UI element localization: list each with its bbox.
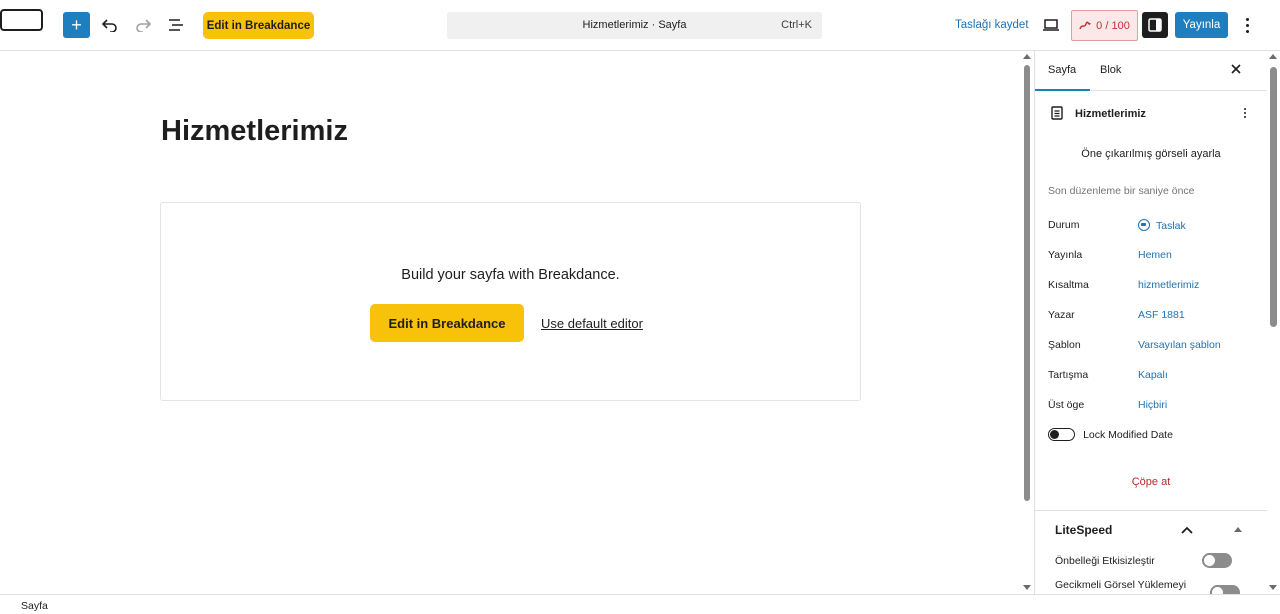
list-view-icon xyxy=(169,19,183,31)
tab-page[interactable]: Sayfa xyxy=(1035,64,1091,91)
close-icon[interactable] xyxy=(1229,62,1243,76)
property-key: Yazar xyxy=(1048,309,1075,321)
seo-score-badge[interactable]: 0 / 100 xyxy=(1071,10,1138,41)
lazy-load-toggle[interactable] xyxy=(1210,585,1240,594)
document-overview-button[interactable] xyxy=(164,13,188,37)
scrollbar-thumb[interactable] xyxy=(1024,65,1030,501)
property-key: Durum xyxy=(1048,219,1080,231)
set-featured-image-button[interactable]: Öne çıkarılmış görseli ayarla xyxy=(1035,148,1267,160)
scroll-up-arrow[interactable] xyxy=(1234,527,1242,532)
edit-in-breakdance-main-button[interactable]: Edit in Breakdance xyxy=(370,304,524,342)
status-footer: Sayfa xyxy=(0,594,1280,614)
kebab-dot xyxy=(1244,108,1246,110)
document-summary: Hizmetlerimiz xyxy=(1049,105,1254,123)
property-row-template: Şablon Varsayılan şablon xyxy=(1048,339,1258,353)
litespeed-option-row: Önbelleği Etkisizleştir xyxy=(1055,555,1155,567)
lock-modified-date-label: Lock Modified Date xyxy=(1083,428,1173,441)
document-title: Hizmetlerimiz · Sayfa xyxy=(582,19,687,31)
seo-score: 0 / 100 xyxy=(1096,19,1130,32)
scroll-up-arrow[interactable] xyxy=(1023,54,1031,59)
scroll-down-arrow[interactable] xyxy=(1023,585,1031,590)
page-title[interactable]: Hizmetlerimiz xyxy=(161,115,348,148)
kebab-dot xyxy=(1245,23,1249,27)
edit-in-breakdance-button[interactable]: Edit in Breakdance xyxy=(203,12,314,39)
divider xyxy=(1035,510,1267,511)
property-row-slug: Kısaltma hizmetlerimiz xyxy=(1048,279,1258,293)
kebab-dot xyxy=(1244,112,1246,114)
property-value: Taslak xyxy=(1156,220,1186,232)
sidebar-icon xyxy=(1148,18,1162,32)
kebab-dot xyxy=(1245,17,1249,21)
scrollbar-thumb[interactable] xyxy=(1270,67,1277,327)
editor-canvas: Hizmetlerimiz Build your sayfa with Brea… xyxy=(0,51,1034,594)
add-block-button[interactable]: + xyxy=(63,12,90,38)
scroll-up-arrow[interactable] xyxy=(1269,54,1277,59)
move-to-trash-button[interactable]: Çöpe at xyxy=(1035,476,1267,488)
block-editor: + Edit in Breakdance Hizmetlerimiz · Say… xyxy=(0,0,1280,614)
property-row-author: Yazar ASF 1881 xyxy=(1048,309,1258,323)
property-row-publish: Yayınla Hemen xyxy=(1048,249,1258,263)
redo-icon xyxy=(136,19,151,32)
property-row-parent: Üst öge Hiçbiri xyxy=(1048,399,1258,413)
redo-button[interactable] xyxy=(131,13,155,37)
sidebar-tabs: Sayfa Blok xyxy=(1035,51,1267,91)
litespeed-panel-title[interactable]: LiteSpeed xyxy=(1055,523,1112,537)
editor-toolbar: + Edit in Breakdance Hizmetlerimiz · Say… xyxy=(0,0,1280,51)
litespeed-option-row: Gecikmeli Görsel Yüklemeyi xyxy=(1055,579,1187,591)
property-key: Kısaltma xyxy=(1048,279,1089,291)
settings-sidebar: Sayfa Blok Hizmetlerimiz Öne çıkarılmış … xyxy=(1034,51,1267,594)
property-value[interactable]: Hemen xyxy=(1138,249,1172,261)
page-icon xyxy=(1051,106,1063,120)
document-title-label: Hizmetlerimiz xyxy=(1075,108,1146,120)
disable-cache-toggle[interactable] xyxy=(1202,553,1232,568)
undo-icon xyxy=(102,19,117,32)
canvas-scrollbar[interactable] xyxy=(1022,51,1033,594)
property-key: Yayınla xyxy=(1048,249,1083,261)
undo-button[interactable] xyxy=(98,13,122,37)
seo-icon xyxy=(1079,21,1091,29)
property-value[interactable]: Kapalı xyxy=(1138,369,1168,381)
last-edited-text: Son düzenleme bir saniye önce xyxy=(1048,185,1195,197)
property-row-status: Durum Taslak xyxy=(1048,219,1258,233)
chevron-up-icon[interactable] xyxy=(1180,525,1194,535)
property-value[interactable]: Hiçbiri xyxy=(1138,399,1167,411)
desktop-icon xyxy=(1043,19,1059,31)
breakdance-prompt: Build your sayfa with Breakdance. xyxy=(401,267,620,283)
kebab-dot xyxy=(1245,29,1249,33)
sidebar-scrollbar[interactable] xyxy=(1267,51,1280,594)
site-logo[interactable] xyxy=(0,9,43,31)
command-palette-button[interactable]: Hizmetlerimiz · Sayfa Ctrl+K xyxy=(447,12,822,39)
property-key: Tartışma xyxy=(1048,369,1089,381)
publish-button[interactable]: Yayınla xyxy=(1175,12,1228,38)
kebab-dot xyxy=(1244,116,1246,118)
tab-block[interactable]: Blok xyxy=(1100,64,1121,76)
plus-icon: + xyxy=(71,15,82,35)
property-key: Şablon xyxy=(1048,339,1081,351)
status-value-button[interactable]: Taslak xyxy=(1138,219,1186,232)
breadcrumb[interactable]: Sayfa xyxy=(21,600,48,612)
property-row-discussion: Tartışma Kapalı xyxy=(1048,369,1258,383)
settings-toggle-button[interactable] xyxy=(1142,12,1168,38)
options-menu-button[interactable] xyxy=(1238,14,1256,36)
lock-modified-date-toggle[interactable] xyxy=(1048,428,1075,441)
preview-button[interactable] xyxy=(1039,13,1063,37)
keyboard-shortcut: Ctrl+K xyxy=(781,19,812,31)
save-draft-button[interactable]: Taslağı kaydet xyxy=(955,19,1029,31)
property-value[interactable]: ASF 1881 xyxy=(1138,309,1185,321)
property-key: Üst öge xyxy=(1048,399,1085,411)
property-value[interactable]: Varsayılan şablon xyxy=(1138,339,1221,351)
breakdance-placeholder-card: Build your sayfa with Breakdance. Edit i… xyxy=(160,202,861,401)
draft-status-icon xyxy=(1138,219,1150,231)
scroll-down-arrow[interactable] xyxy=(1269,585,1277,590)
use-default-editor-link[interactable]: Use default editor xyxy=(541,316,643,331)
property-value[interactable]: hizmetlerimiz xyxy=(1138,279,1199,291)
document-actions-button[interactable] xyxy=(1244,108,1246,118)
lock-modified-date-row: Lock Modified Date xyxy=(1048,428,1173,441)
